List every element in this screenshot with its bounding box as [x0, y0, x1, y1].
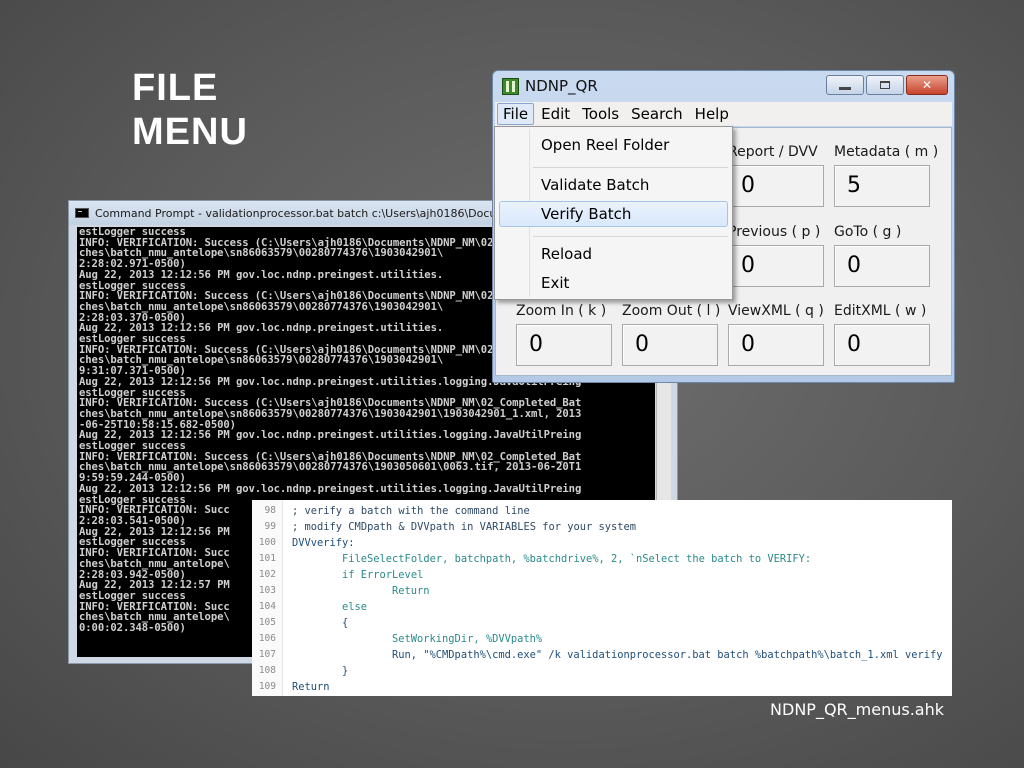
- report-dvv-counter[interactable]: 0: [728, 165, 824, 207]
- slide-title-line-2: MENU: [132, 111, 248, 153]
- menu-item-reload[interactable]: Reload: [541, 245, 592, 263]
- editxml-counter[interactable]: 0: [834, 324, 930, 366]
- line-number: 98: [264, 505, 276, 516]
- code-editor[interactable]: 98 ; verify a batch with the command line…: [252, 500, 952, 696]
- code-line: 99 ; modify CMDpath & DVVpath in VARIABLE…: [252, 519, 952, 535]
- window-controls: ✕: [826, 75, 948, 95]
- code-text: {: [342, 617, 349, 629]
- metadata-counter[interactable]: 5: [834, 165, 930, 207]
- console-line: Aug 22, 2013 12:12:56 PM gov.loc.ndnp.pr…: [79, 482, 582, 495]
- line-number: 100: [258, 537, 276, 548]
- code-line: 106 SetWorkingDir, %DVVpath%: [252, 631, 952, 647]
- report-dvv-label: Report / DVV: [728, 144, 818, 160]
- zoom-out-label: Zoom Out ( l ): [622, 303, 721, 319]
- app-icon: [502, 78, 519, 95]
- line-number: 109: [258, 681, 276, 692]
- zoom-in-counter[interactable]: 0: [516, 324, 612, 366]
- code-line: 108}: [252, 663, 952, 679]
- code-line: 109 Return: [252, 679, 952, 695]
- maximize-button[interactable]: [866, 75, 904, 95]
- line-number: 99: [264, 521, 276, 532]
- code-text: DVVverify:: [292, 537, 355, 549]
- code-line: 102 if ErrorLevel: [252, 567, 952, 583]
- code-text: ; modify CMDpath & DVVpath in VARIABLES …: [292, 521, 637, 533]
- line-number: 104: [258, 601, 276, 612]
- menu-separator: [533, 236, 728, 237]
- menu-edit[interactable]: Edit: [536, 103, 575, 125]
- metadata-label: Metadata ( m ): [834, 144, 939, 160]
- window-title: NDNP_QR: [525, 77, 598, 95]
- code-text: ; verify a batch with the command line: [292, 505, 530, 517]
- code-line: 98 ; verify a batch with the command line: [252, 503, 952, 519]
- ndnp-qr-titlebar[interactable]: NDNP_QR ✕: [493, 71, 954, 101]
- menu-file[interactable]: File: [497, 103, 535, 125]
- zoom-out-counter[interactable]: 0: [622, 324, 718, 366]
- code-line: 107 Run, "%CMDpath%\cmd.exe" /k validatio…: [252, 647, 952, 663]
- line-number: 105: [258, 617, 276, 628]
- menu-item-validate-batch[interactable]: Validate Batch: [541, 176, 649, 194]
- line-number: 107: [258, 649, 276, 660]
- code-text: Run, "%CMDpath%\cmd.exe" /k validationpr…: [392, 649, 943, 661]
- previous-label: Previous ( p ): [728, 224, 821, 240]
- zoom-in-label: Zoom In ( k ): [516, 303, 607, 319]
- code-line: 101 FileSelectFolder, batchpath, %batchdr…: [252, 551, 952, 567]
- code-line: 104 else: [252, 599, 952, 615]
- minimize-icon: [839, 86, 851, 90]
- code-text: SetWorkingDir, %DVVpath%: [392, 633, 543, 645]
- menu-tools[interactable]: Tools: [577, 103, 624, 125]
- file-caption: NDNP_QR_menus.ahk: [770, 700, 944, 719]
- slide-title-line-1: FILE: [132, 67, 219, 109]
- code-text: }: [342, 665, 349, 677]
- code-text: FileSelectFolder, batchpath, %batchdrive…: [342, 553, 812, 565]
- file-menu-dropdown: Open Reel Folder Validate Batch Verify B…: [494, 126, 733, 300]
- close-button[interactable]: ✕: [906, 75, 948, 95]
- goto-counter[interactable]: 0: [834, 245, 930, 287]
- line-number: 108: [258, 665, 276, 676]
- console-icon: [75, 208, 89, 218]
- goto-label: GoTo ( g ): [834, 224, 902, 240]
- code-text: Return: [392, 585, 430, 597]
- slide-title: FILE MENU: [132, 66, 248, 154]
- maximize-icon: [880, 81, 890, 89]
- menu-item-verify-batch[interactable]: Verify Batch: [541, 205, 631, 223]
- line-number: 106: [258, 633, 276, 644]
- previous-counter[interactable]: 0: [728, 245, 824, 287]
- code-line: 103 Return: [252, 583, 952, 599]
- viewxml-label: ViewXML ( q ): [728, 303, 824, 319]
- command-prompt-title: Command Prompt - validationprocessor.bat…: [95, 206, 543, 220]
- minimize-button[interactable]: [826, 75, 864, 95]
- editxml-label: EditXML ( w ): [834, 303, 927, 319]
- line-number: 103: [258, 585, 276, 596]
- menu-item-exit[interactable]: Exit: [541, 274, 569, 292]
- menu-help[interactable]: Help: [690, 103, 734, 125]
- code-text: Return: [292, 681, 330, 693]
- line-number: 102: [258, 569, 276, 580]
- line-number: 101: [258, 553, 276, 564]
- code-text: else: [342, 601, 368, 613]
- menu-bar: File Edit Tools Search Help: [495, 102, 952, 126]
- code-text: if ErrorLevel: [342, 569, 424, 581]
- code-line: 105 {: [252, 615, 952, 631]
- menu-search[interactable]: Search: [626, 103, 688, 125]
- menu-item-open-reel-folder[interactable]: Open Reel Folder: [541, 136, 669, 154]
- viewxml-counter[interactable]: 0: [728, 324, 824, 366]
- menu-separator: [533, 167, 728, 168]
- code-line: 100 DVVverify:: [252, 535, 952, 551]
- close-icon: ✕: [921, 78, 933, 92]
